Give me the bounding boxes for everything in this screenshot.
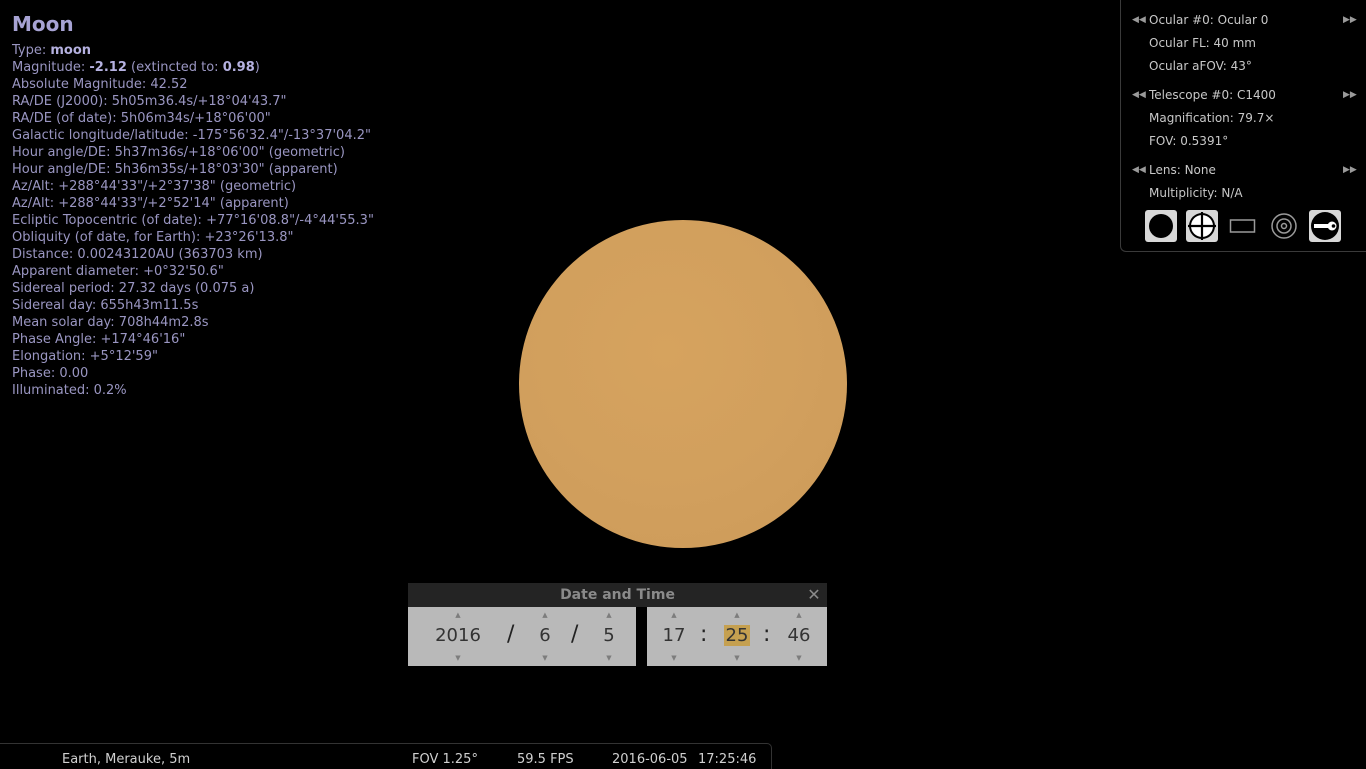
- year-up-icon[interactable]: ▲: [430, 611, 486, 620]
- info-line: Elongation: +5°12'59": [12, 349, 158, 364]
- wrench-icon: [1311, 212, 1339, 240]
- date-spinners: ▲ 2016 ▼ / ▲ 6 ▼ / ▲ 5 ▼: [408, 607, 636, 666]
- dialog-title: Date and Time: [560, 587, 675, 603]
- next-lens-icon[interactable]: ▶▶: [1343, 163, 1357, 177]
- minute-up-icon[interactable]: ▲: [721, 611, 753, 620]
- minute-value[interactable]: 25: [723, 625, 751, 646]
- month-up-icon[interactable]: ▲: [529, 611, 561, 620]
- moon-disk[interactable]: [519, 220, 847, 548]
- info-line: Distance: 0.00243120AU (363703 km): [12, 247, 263, 262]
- hour-value[interactable]: 17: [658, 625, 690, 647]
- time-label: 17:25:46: [698, 752, 757, 767]
- magnification: Magnification: 79.7×: [1149, 111, 1275, 125]
- lens-row: ◀◀ Lens: None ▶▶: [1121, 161, 1366, 179]
- ocular-fl: Ocular FL: 40 mm: [1149, 36, 1256, 50]
- prev-lens-icon[interactable]: ◀◀: [1132, 163, 1146, 177]
- hour-up-icon[interactable]: ▲: [658, 611, 690, 620]
- prev-ocular-icon[interactable]: ◀◀: [1132, 13, 1146, 27]
- prev-telescope-icon[interactable]: ◀◀: [1132, 88, 1146, 102]
- next-ocular-icon[interactable]: ▶▶: [1343, 13, 1357, 27]
- second-up-icon[interactable]: ▲: [783, 611, 815, 620]
- next-telescope-icon[interactable]: ▶▶: [1343, 88, 1357, 102]
- info-line: Hour angle/DE: 5h36m35s/+18°03'30" (appa…: [12, 162, 338, 177]
- info-line: Phase Angle: +174°46'16": [12, 332, 186, 347]
- fov-label: FOV 1.25°: [412, 752, 478, 767]
- info-type: Type: moon: [12, 43, 92, 58]
- date-label: 2016-06-05: [612, 752, 688, 767]
- year-spinner[interactable]: ▲ 2016 ▼: [430, 607, 486, 666]
- month-spinner[interactable]: ▲ 6 ▼: [529, 607, 561, 666]
- second-spinner[interactable]: ▲ 46 ▼: [783, 607, 815, 666]
- location-label: Earth, Merauke, 5m: [62, 752, 191, 767]
- telrad-icon: [1271, 213, 1297, 239]
- ocular-afov: Ocular aFOV: 43°: [1149, 59, 1252, 73]
- info-line: Az/Alt: +288°44'33"/+2°52'14" (apparent): [12, 196, 289, 211]
- hour-down-icon[interactable]: ▼: [658, 654, 690, 663]
- time-separator: :: [700, 622, 708, 647]
- magnification-row: Magnification: 79.7×: [1121, 109, 1366, 127]
- ocular-row: ◀◀ Ocular #0: Ocular 0 ▶▶: [1121, 11, 1366, 29]
- close-icon[interactable]: ✕: [805, 586, 823, 604]
- info-line: Mean solar day: 708h44m2.8s: [12, 315, 209, 330]
- date-separator: /: [507, 622, 515, 647]
- time-spinners: ▲ 17 ▼ : ▲ 25 ▼ : ▲ 46 ▼: [647, 607, 827, 666]
- info-line: Az/Alt: +288°44'33"/+2°37'38" (geometric…: [12, 179, 297, 194]
- telrad-button[interactable]: [1268, 210, 1300, 242]
- configure-button[interactable]: [1309, 210, 1341, 242]
- crosshair-icon: [1188, 212, 1216, 240]
- ocular-label: Ocular #0: Ocular 0: [1149, 13, 1269, 27]
- multiplicity-row: Multiplicity: N/A: [1121, 184, 1366, 202]
- info-line: Obliquity (of date, for Earth): +23°26'1…: [12, 230, 294, 245]
- info-line: Absolute Magnitude: 42.52: [12, 77, 188, 92]
- minute-spinner[interactable]: ▲ 25 ▼: [721, 607, 753, 666]
- month-value[interactable]: 6: [529, 625, 561, 647]
- crosshair-button[interactable]: [1186, 210, 1218, 242]
- day-spinner[interactable]: ▲ 5 ▼: [593, 607, 625, 666]
- minute-value-wrap[interactable]: 25: [721, 625, 753, 647]
- ocular-view-button[interactable]: [1145, 210, 1177, 242]
- info-line: RA/DE (J2000): 5h05m36.4s/+18°04'43.7": [12, 94, 287, 109]
- date-time-dialog: Date and Time ✕ ▲ 2016 ▼ / ▲ 6 ▼ / ▲ 5 ▼…: [408, 583, 827, 667]
- hour-spinner[interactable]: ▲ 17 ▼: [658, 607, 690, 666]
- second-value[interactable]: 46: [783, 625, 815, 647]
- info-line: Galactic longitude/latitude: -175°56'32.…: [12, 128, 371, 143]
- bottom-status-bar: Earth, Merauke, 5m FOV 1.25° 59.5 FPS 20…: [0, 743, 772, 769]
- minute-down-icon[interactable]: ▼: [721, 654, 753, 663]
- ccd-frame-button[interactable]: [1227, 210, 1259, 242]
- telescope-row: ◀◀ Telescope #0: C1400 ▶▶: [1121, 86, 1366, 104]
- ocular-afov-row: Ocular aFOV: 43°: [1121, 57, 1366, 75]
- ccd-rectangle-icon: [1229, 219, 1256, 233]
- info-line: Illuminated: 0.2%: [12, 383, 127, 398]
- day-down-icon[interactable]: ▼: [593, 654, 625, 663]
- lens-label: Lens: None: [1149, 163, 1216, 177]
- day-up-icon[interactable]: ▲: [593, 611, 625, 620]
- year-value[interactable]: 2016: [430, 625, 486, 647]
- fov-row: FOV: 0.5391°: [1121, 132, 1366, 150]
- object-info-panel: Moon Type: moon Magnitude: -2.12 (extinc…: [12, 10, 374, 399]
- info-line: Phase: 0.00: [12, 366, 89, 381]
- multiplicity: Multiplicity: N/A: [1149, 186, 1243, 200]
- dialog-titlebar[interactable]: Date and Time ✕: [408, 583, 827, 607]
- second-down-icon[interactable]: ▼: [783, 654, 815, 663]
- telescope-label: Telescope #0: C1400: [1149, 88, 1276, 102]
- info-line: RA/DE (of date): 5h06m34s/+18°06'00": [12, 111, 271, 126]
- object-name: Moon: [12, 12, 74, 36]
- info-line: Sidereal period: 27.32 days (0.075 a): [12, 281, 255, 296]
- date-separator: /: [571, 622, 579, 647]
- info-line: Sidereal day: 655h43m11.5s: [12, 298, 199, 313]
- info-line: Ecliptic Topocentric (of date): +77°16'0…: [12, 213, 374, 228]
- year-down-icon[interactable]: ▼: [430, 654, 486, 663]
- time-separator: :: [763, 622, 771, 647]
- info-magnitude: Magnitude: -2.12 (extincted to: 0.98): [12, 60, 260, 75]
- oculars-panel: ◀◀ Ocular #0: Ocular 0 ▶▶ Ocular FL: 40 …: [1120, 0, 1366, 252]
- day-value[interactable]: 5: [593, 625, 625, 647]
- ocular-circle-icon: [1149, 214, 1173, 238]
- info-line: Apparent diameter: +0°32'50.6": [12, 264, 224, 279]
- ocular-fov: FOV: 0.5391°: [1149, 134, 1229, 148]
- month-down-icon[interactable]: ▼: [529, 654, 561, 663]
- fps-label: 59.5 FPS: [517, 752, 574, 767]
- info-line: Hour angle/DE: 5h37m36s/+18°06'00" (geom…: [12, 145, 345, 160]
- ocular-fl-row: Ocular FL: 40 mm: [1121, 34, 1366, 52]
